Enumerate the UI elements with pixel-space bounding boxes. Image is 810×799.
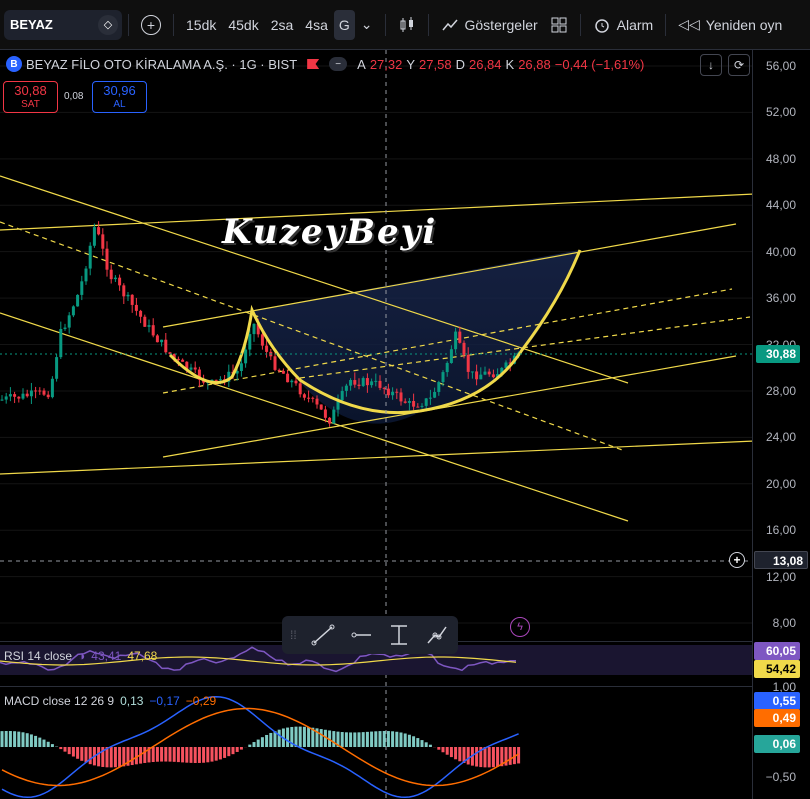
alarm-clock-icon <box>594 18 609 33</box>
price-range-tool-icon[interactable] <box>387 623 411 647</box>
price-tick: 52,00 <box>765 105 796 120</box>
top-toolbar: BEYAZ ◇ + 15dk 45dk 2sa 4sa G ⌄ Gösterge… <box>0 0 810 50</box>
symbol-text: BEYAZ <box>10 17 53 32</box>
rewind-icon: ◁◁ <box>678 16 700 32</box>
price-tick: 40,00 <box>765 244 796 259</box>
compare-plus-icon[interactable]: + <box>141 14 161 35</box>
open-value: 27,32 <box>369 56 403 72</box>
divider <box>384 13 386 36</box>
settings-cycle-icon[interactable]: ◑ <box>78 649 85 663</box>
sell-label: SAT <box>21 99 40 110</box>
price-tick: 8,00 <box>772 616 796 631</box>
indicators-label: Göstergeler <box>464 16 538 33</box>
close-label: K <box>505 56 515 72</box>
sell-price: 30,88 <box>14 83 47 98</box>
lightning-icon[interactable]: ϟ <box>510 617 530 637</box>
last-price-pill: 30,88 <box>756 345 800 363</box>
macd-pill: 0,55 <box>754 692 800 710</box>
sell-button[interactable]: 30,88 SAT <box>3 81 58 113</box>
spread-value: 0,08 <box>64 91 84 102</box>
close-value: 26,88 <box>518 56 551 72</box>
interval-daily[interactable]: G <box>333 9 355 40</box>
symbol-logo-icon: B <box>6 56 22 72</box>
divider <box>579 13 581 36</box>
buy-label: AL <box>113 99 126 110</box>
price-axis[interactable]: 56,0052,0048,0044,0040,0036,0032,0028,00… <box>729 50 810 799</box>
high-label: Y <box>406 56 416 72</box>
symbol-title[interactable]: BEYAZ FİLO OTO KİRALAMA A.Ş. · 1G · BIST <box>26 57 297 72</box>
refresh-icon[interactable]: ⟳ <box>728 54 750 76</box>
rsi-label[interactable]: RSI 14 close <box>4 649 72 663</box>
low-label: D <box>455 56 465 72</box>
candle-type-icon[interactable] <box>392 10 422 40</box>
replay-label: Yeniden oyn <box>705 16 783 33</box>
interval-15m[interactable]: 15dk <box>180 10 222 40</box>
low-value: 26,84 <box>468 56 502 72</box>
grip-icon[interactable]: ⁞⁞ <box>290 628 297 642</box>
add-alert-plus-icon[interactable]: + <box>729 552 745 568</box>
diamond-icon[interactable]: ◇ <box>98 14 118 35</box>
chevron-down-icon[interactable]: ⌄ <box>355 10 379 40</box>
flag-icon[interactable] <box>307 59 320 69</box>
pane-divider[interactable] <box>0 686 752 687</box>
buy-button[interactable]: 30,96 AL <box>92 81 147 113</box>
price-tick: 12,00 <box>765 569 796 584</box>
crosshair-price-pill: + 13,08 <box>729 551 808 569</box>
symbol-search[interactable]: BEYAZ ◇ <box>4 9 122 40</box>
signal-value: −0,29 <box>185 694 217 708</box>
trendline-tool-icon[interactable] <box>311 623 335 647</box>
macd-line <box>1 695 519 799</box>
rsi-pill-1: 60,05 <box>754 642 800 660</box>
high-value: 27,58 <box>419 56 452 72</box>
price-tick: 16,00 <box>765 523 796 538</box>
divider <box>427 13 429 36</box>
price-tick: 20,00 <box>765 476 796 491</box>
hist-pill: 0,06 <box>754 735 800 753</box>
alarm-label: Alarm <box>616 16 654 33</box>
crosshair-price: 13,08 <box>772 554 803 568</box>
alarm-button[interactable]: Alarm <box>587 10 660 40</box>
rsi-value2: 47,68 <box>127 649 158 663</box>
interval-45m[interactable]: 45dk <box>222 10 264 40</box>
macd-hist-value: 0,13 <box>120 694 144 708</box>
price-tick: 48,00 <box>765 151 796 166</box>
rsi-legend: RSI 14 close ◑ 43,41 47,68 <box>4 649 157 663</box>
symbol-legend: B BEYAZ FİLO OTO KİRALAMA A.Ş. · 1G · BI… <box>6 56 644 72</box>
price-tick: 24,00 <box>765 430 796 445</box>
macd-histogram <box>0 726 521 768</box>
cup-handle-fill <box>163 250 580 424</box>
price-tick: 36,00 <box>765 291 796 306</box>
watermark-text: KuzeyBeyi <box>222 212 438 252</box>
interval-4h[interactable]: 4sa <box>299 10 334 40</box>
divider <box>173 13 174 36</box>
replay-button[interactable]: ◁◁ Yeniden oyn <box>672 10 788 40</box>
macd-legend: MACD close 12 26 9 0,13 −0,17 −0,29 <box>4 694 216 708</box>
signal-pill: 0,49 <box>754 709 800 727</box>
buy-price: 30,96 <box>103 83 136 98</box>
indicators-button[interactable]: Göstergeler <box>435 10 544 40</box>
download-icon[interactable]: ↓ <box>700 54 722 76</box>
drawing-toolbar: ⁞⁞ <box>282 616 458 654</box>
macd-label[interactable]: MACD close 12 26 9 <box>4 694 114 708</box>
price-tick: 44,00 <box>765 198 796 213</box>
interval-2h[interactable]: 2sa <box>265 10 300 40</box>
horizontal-ray-tool-icon[interactable] <box>349 623 373 647</box>
macd-axis-bottom: −0,50 <box>765 770 796 784</box>
rsi-pill-2: 54,42 <box>754 660 800 678</box>
layouts-icon[interactable] <box>544 10 574 40</box>
open-label: A <box>357 56 366 72</box>
change-value: −0,44 (−1,61%) <box>554 56 645 72</box>
price-tick: 28,00 <box>765 383 796 398</box>
rsi-value1: 43,41 <box>91 649 122 663</box>
divider <box>128 13 129 36</box>
macd-value: −0,17 <box>149 694 180 708</box>
indicators-icon <box>441 19 458 30</box>
more-icon[interactable]: − <box>329 57 348 71</box>
divider <box>665 13 667 36</box>
path-tool-icon[interactable] <box>425 623 449 647</box>
price-tick: 56,00 <box>765 59 796 73</box>
